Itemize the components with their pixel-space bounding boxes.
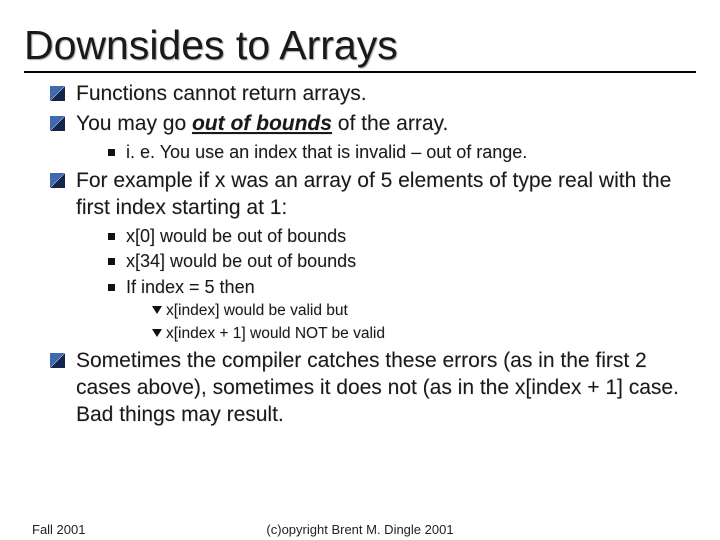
subsub-bullet-item: x[index] would be valid but bbox=[148, 301, 696, 321]
subsub-bullet-text: x[index + 1] would NOT be valid bbox=[166, 325, 385, 342]
sub-bullet-text: If index = 5 then bbox=[126, 277, 255, 297]
bullet-item: For example if x was an array of 5 eleme… bbox=[48, 168, 696, 344]
slide: Downsides to Arrays Functions cannot ret… bbox=[0, 0, 720, 540]
subsub-bullet-item: x[index + 1] would NOT be valid bbox=[148, 324, 696, 344]
sub-bullet-item: If index = 5 then x[index] would be vali… bbox=[104, 276, 696, 344]
sub-bullet-list: x[0] would be out of bounds x[34] would … bbox=[104, 225, 696, 344]
bullet-item: Functions cannot return arrays. bbox=[48, 81, 696, 108]
sub-bullet-item: i. e. You use an index that is invalid –… bbox=[104, 141, 696, 164]
sub-bullet-item: x[34] would be out of bounds bbox=[104, 250, 696, 273]
bullet-item: You may go out of bounds of the array. i… bbox=[48, 111, 696, 164]
bullet-item: Sometimes the compiler catches these err… bbox=[48, 348, 696, 429]
emphasis-out-of-bounds: out of bounds bbox=[192, 112, 332, 135]
bullet-text: of the array. bbox=[332, 112, 448, 135]
sub-bullet-list: i. e. You use an index that is invalid –… bbox=[104, 141, 696, 164]
bullet-list: Functions cannot return arrays. You may … bbox=[48, 81, 696, 429]
title-divider bbox=[24, 71, 696, 73]
sub-bullet-text: i. e. You use an index that is invalid –… bbox=[126, 142, 527, 162]
bullet-text: You may go bbox=[76, 112, 192, 135]
subsub-bullet-text: x[index] would be valid but bbox=[166, 302, 348, 319]
sub-bullet-text: x[0] would be out of bounds bbox=[126, 226, 346, 246]
slide-title: Downsides to Arrays bbox=[24, 22, 696, 69]
bullet-text: For example if x was an array of 5 eleme… bbox=[76, 169, 671, 219]
sub-bullet-text: x[34] would be out of bounds bbox=[126, 251, 356, 271]
bullet-text: Functions cannot return arrays. bbox=[76, 82, 367, 105]
bullet-text: Sometimes the compiler catches these err… bbox=[76, 349, 679, 426]
footer-center: (c)opyright Brent M. Dingle 2001 bbox=[0, 522, 720, 537]
sub-bullet-item: x[0] would be out of bounds bbox=[104, 225, 696, 248]
subsub-bullet-list: x[index] would be valid but x[index + 1]… bbox=[148, 301, 696, 344]
